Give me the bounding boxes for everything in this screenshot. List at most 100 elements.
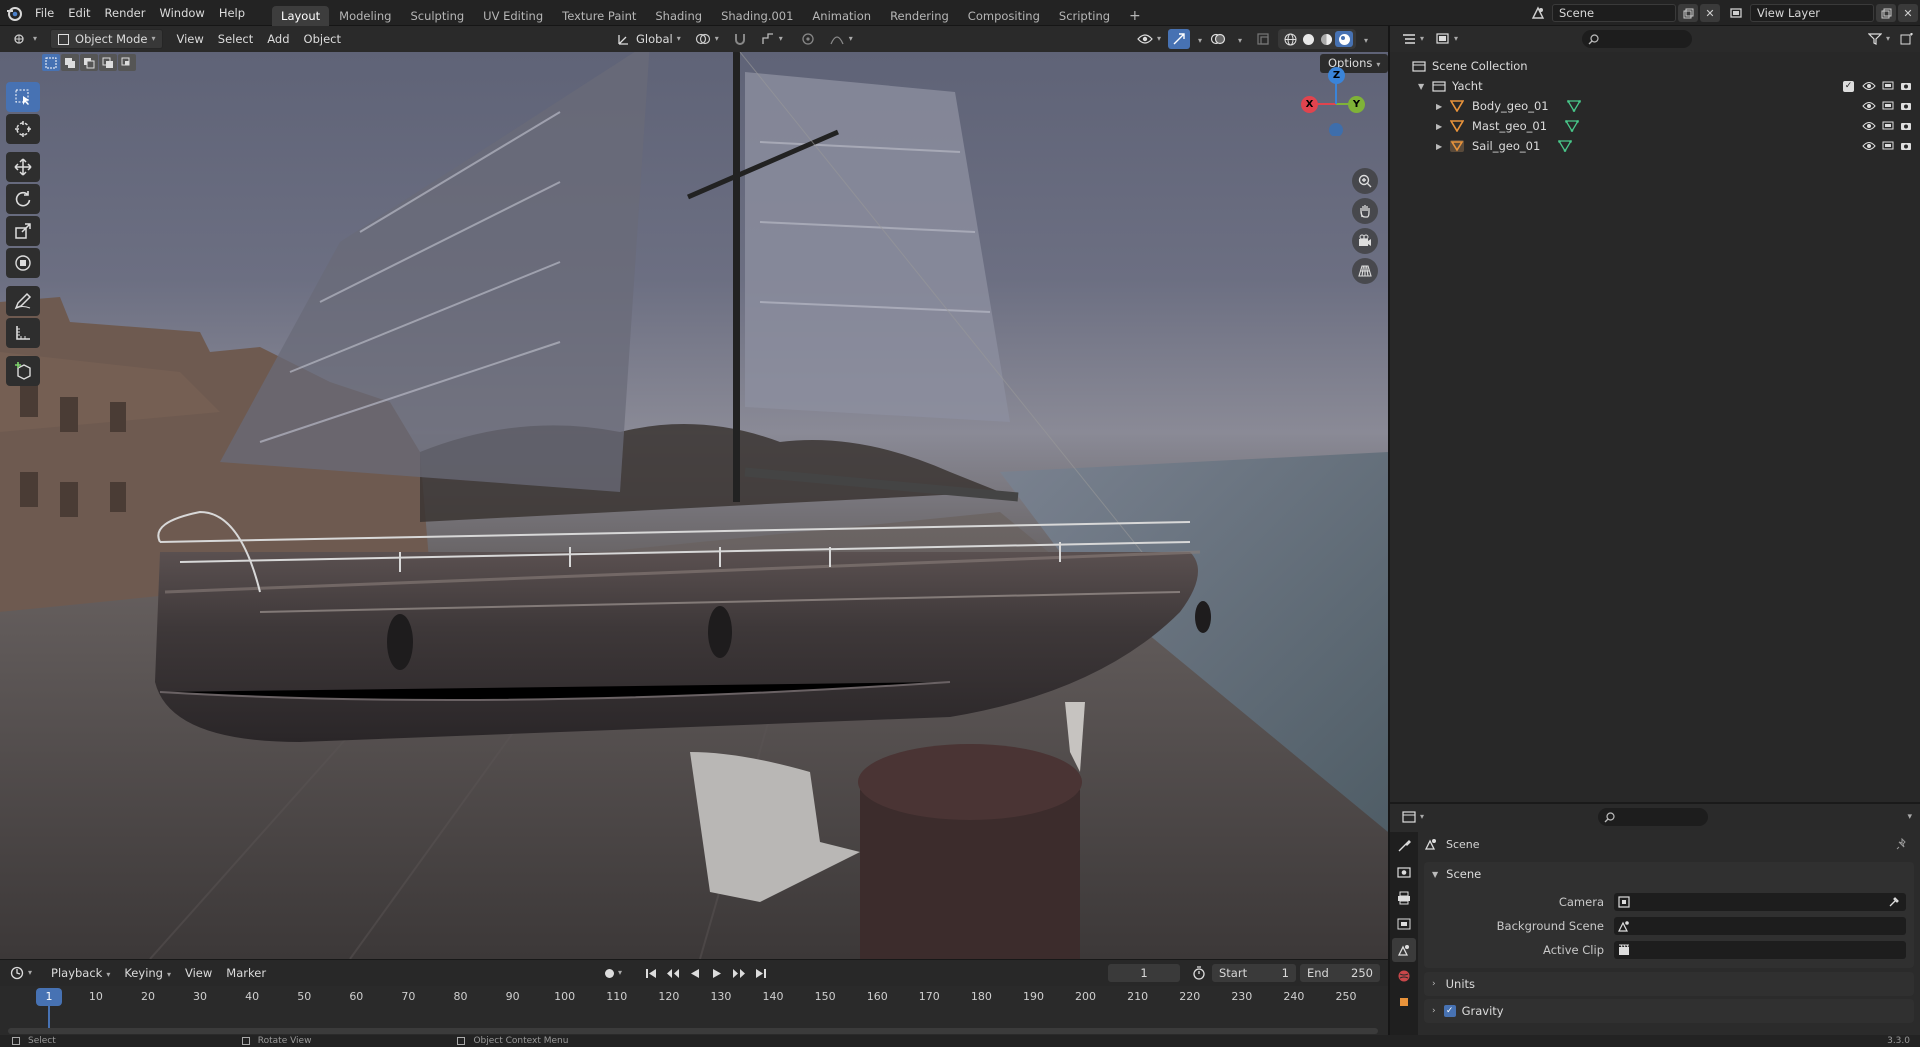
cursor-tool[interactable] bbox=[6, 114, 40, 144]
tab-output[interactable] bbox=[1392, 886, 1416, 910]
monitor-icon[interactable] bbox=[1882, 81, 1894, 91]
outliner-search-input[interactable] bbox=[1582, 30, 1693, 48]
zoom-icon[interactable] bbox=[1352, 168, 1378, 194]
snap-toggle[interactable] bbox=[726, 29, 754, 49]
view-layer-icon[interactable] bbox=[1722, 3, 1750, 23]
current-frame-field[interactable]: 1 bbox=[1108, 964, 1180, 982]
tab-render[interactable] bbox=[1392, 860, 1416, 884]
tab-sculpting[interactable]: Sculpting bbox=[401, 6, 473, 26]
camera-render-icon[interactable] bbox=[1900, 121, 1912, 131]
camera-render-icon[interactable] bbox=[1900, 101, 1912, 111]
rendered-shading-icon[interactable] bbox=[1335, 31, 1354, 47]
navigation-gizmo[interactable]: X Y Z bbox=[1298, 66, 1368, 136]
camera-render-icon[interactable] bbox=[1900, 81, 1912, 91]
menu-help[interactable]: Help bbox=[212, 0, 252, 26]
tab-scene[interactable] bbox=[1392, 938, 1416, 962]
annotate-tool[interactable] bbox=[6, 286, 40, 316]
new-collection-button[interactable] bbox=[1894, 29, 1920, 49]
scale-tool[interactable] bbox=[6, 216, 40, 246]
object-mode-dropdown[interactable]: Object Mode ▾ bbox=[50, 29, 164, 49]
scene-collection-row[interactable]: Scene Collection bbox=[1390, 56, 1920, 76]
snap-target-dropdown[interactable]: ▾ bbox=[754, 29, 790, 49]
expand-collapse-icon[interactable]: ▼ bbox=[1418, 82, 1432, 91]
play-icon[interactable] bbox=[706, 964, 728, 982]
gizmo-toggle[interactable] bbox=[1168, 29, 1191, 49]
jump-end-icon[interactable] bbox=[750, 964, 772, 982]
menu-select[interactable]: Select bbox=[211, 29, 260, 49]
mesh-data-icon[interactable] bbox=[1558, 140, 1573, 152]
play-reverse-icon[interactable] bbox=[684, 964, 706, 982]
end-frame-field[interactable]: End 250 bbox=[1300, 964, 1380, 982]
eyedropper-icon[interactable] bbox=[1888, 896, 1900, 908]
collection-row-yacht[interactable]: ▼ Yacht ✓ bbox=[1390, 76, 1920, 96]
mesh-data-icon[interactable] bbox=[1566, 100, 1581, 112]
tab-scripting[interactable]: Scripting bbox=[1050, 6, 1119, 26]
view-layer-name-field[interactable]: View Layer bbox=[1750, 4, 1874, 22]
background-scene-field[interactable] bbox=[1614, 917, 1906, 935]
tab-modeling[interactable]: Modeling bbox=[330, 6, 400, 26]
start-frame-field[interactable]: Start 1 bbox=[1212, 964, 1296, 982]
gizmo-dropdown[interactable]: ▾ bbox=[1190, 29, 1206, 49]
select-invert-icon[interactable] bbox=[99, 54, 117, 71]
menu-view[interactable]: View bbox=[169, 29, 210, 49]
frame-ruler[interactable]: 1 10 20 30 40 50 60 70 80 90 100 110 120 130 140 150 160… bbox=[0, 986, 1388, 1036]
falloff-dropdown[interactable]: ▾ bbox=[822, 29, 860, 49]
camera-view-icon[interactable] bbox=[1352, 228, 1378, 254]
transform-orientation-dropdown[interactable]: Global ▾ bbox=[610, 29, 688, 49]
xray-toggle[interactable] bbox=[1252, 29, 1274, 49]
transform-tool[interactable] bbox=[6, 248, 40, 278]
scene-panel-header[interactable]: ▼ Scene bbox=[1424, 862, 1914, 886]
tab-shading[interactable]: Shading bbox=[646, 6, 711, 26]
tab-object[interactable] bbox=[1392, 990, 1416, 1014]
menu-timeline-view[interactable]: View bbox=[178, 963, 219, 983]
menu-keying[interactable]: Keying ▾ bbox=[117, 963, 178, 983]
tab-world[interactable] bbox=[1392, 964, 1416, 988]
select-intersect-icon[interactable] bbox=[118, 54, 136, 71]
overlays-toggle[interactable] bbox=[1206, 29, 1230, 49]
mesh-data-icon[interactable] bbox=[1565, 120, 1580, 132]
measure-tool[interactable] bbox=[6, 318, 40, 348]
material-preview-shading-icon[interactable] bbox=[1317, 31, 1335, 47]
camera-render-icon[interactable] bbox=[1900, 141, 1912, 151]
gizmo-z-axis[interactable]: Z bbox=[1328, 67, 1345, 84]
pin-icon[interactable] bbox=[1896, 838, 1908, 850]
expand-collapse-icon[interactable]: ▶ bbox=[1436, 102, 1450, 111]
outliner-object-row-body[interactable]: ▶ Body_geo_01 bbox=[1390, 96, 1920, 116]
tab-texture-paint[interactable]: Texture Paint bbox=[553, 6, 645, 26]
expand-collapse-icon[interactable]: ▶ bbox=[1436, 142, 1450, 151]
menu-render[interactable]: Render bbox=[98, 0, 153, 26]
proportional-edit-toggle[interactable] bbox=[794, 29, 822, 49]
add-workspace-button[interactable]: + bbox=[1120, 6, 1150, 26]
tab-compositing[interactable]: Compositing bbox=[959, 6, 1049, 26]
gizmo-x-axis[interactable]: X bbox=[1301, 96, 1318, 113]
tab-layout[interactable]: Layout bbox=[272, 5, 330, 26]
prev-keyframe-icon[interactable] bbox=[662, 964, 684, 982]
new-scene-icon[interactable] bbox=[1678, 4, 1698, 22]
solid-shading-icon[interactable] bbox=[1299, 31, 1317, 47]
pan-hand-icon[interactable] bbox=[1352, 198, 1378, 224]
jump-start-icon[interactable] bbox=[640, 964, 662, 982]
move-tool[interactable] bbox=[6, 152, 40, 182]
menu-marker[interactable]: Marker bbox=[219, 963, 273, 983]
filter-dropdown[interactable]: ▾ bbox=[1864, 29, 1894, 49]
menu-object[interactable]: Object bbox=[297, 29, 348, 49]
properties-options-chevron-icon[interactable]: ▾ bbox=[1907, 812, 1912, 822]
outliner-object-row-mast[interactable]: ▶ Mast_geo_01 bbox=[1390, 116, 1920, 136]
eye-icon[interactable] bbox=[1862, 101, 1876, 111]
editor-type-button[interactable]: ▾ bbox=[6, 29, 44, 49]
tab-tool[interactable] bbox=[1392, 834, 1416, 858]
tab-animation[interactable]: Animation bbox=[803, 6, 880, 26]
perspective-toggle-icon[interactable] bbox=[1352, 258, 1378, 284]
gizmo-y-axis[interactable]: Y bbox=[1348, 96, 1365, 113]
scene-name-field[interactable]: Scene bbox=[1552, 4, 1676, 22]
eye-icon[interactable] bbox=[1862, 141, 1876, 151]
tab-rendering[interactable]: Rendering bbox=[881, 6, 958, 26]
active-clip-field[interactable] bbox=[1614, 941, 1906, 959]
select-new-icon[interactable] bbox=[42, 54, 60, 71]
menu-add[interactable]: Add bbox=[260, 29, 296, 49]
eye-icon[interactable] bbox=[1862, 81, 1876, 91]
overlays-dropdown[interactable]: ▾ bbox=[1230, 29, 1246, 49]
expand-collapse-icon[interactable]: ▶ bbox=[1436, 122, 1450, 131]
stopwatch-icon[interactable] bbox=[1190, 964, 1208, 982]
next-keyframe-icon[interactable] bbox=[728, 964, 750, 982]
